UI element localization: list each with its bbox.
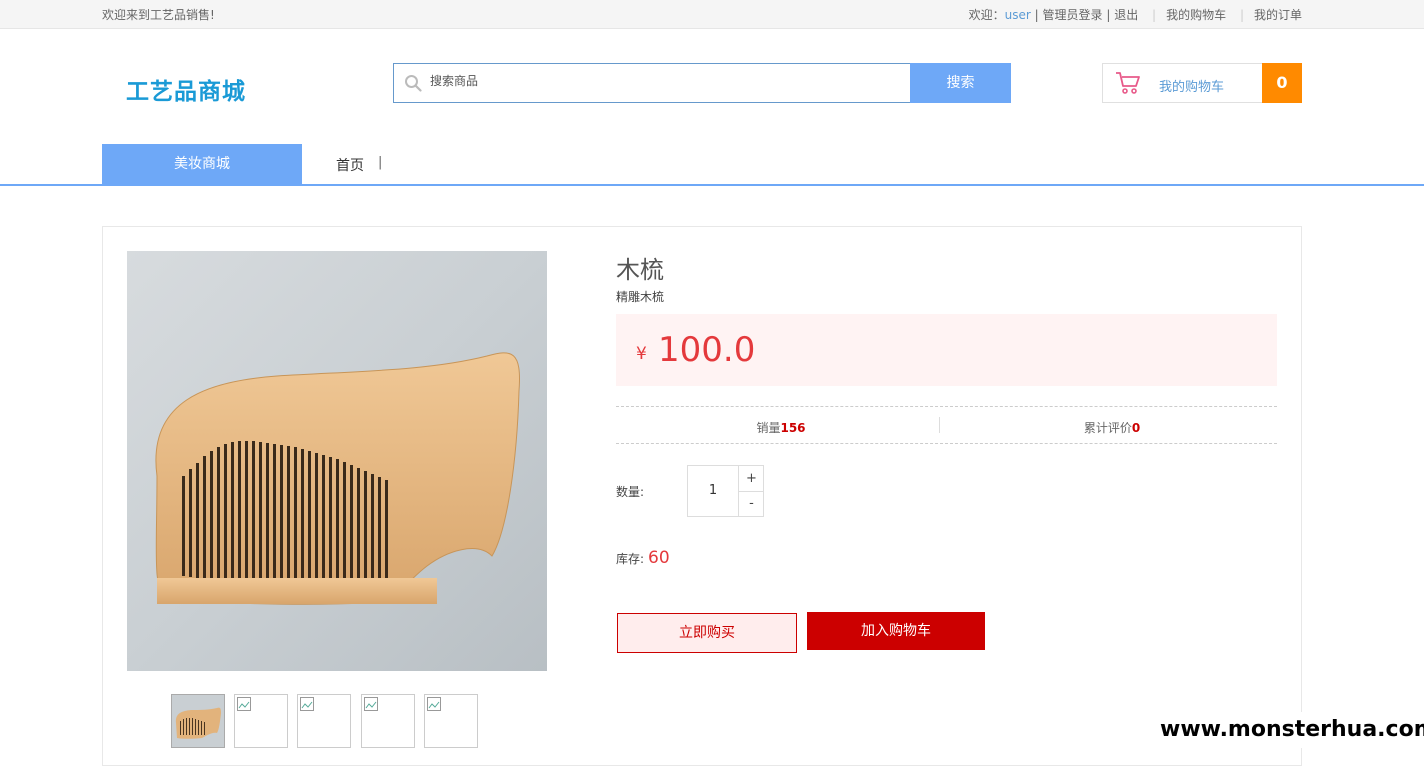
cart-label: 我的购物车 <box>1159 80 1225 95</box>
watermark-text: www.monsterhua.com <box>1160 712 1424 748</box>
quantity-decrease-button[interactable]: - <box>739 491 764 516</box>
add-to-cart-button[interactable]: 加入购物车 <box>807 612 985 650</box>
comb-thumbnail-image <box>172 695 224 747</box>
product-thumbnail[interactable] <box>234 694 288 748</box>
currency-symbol: ¥ <box>636 344 647 364</box>
top-bar: 欢迎来到工艺品销售! 欢迎：user | 管理员登录 | 退出 | 我的购物车 |… <box>0 0 1424 29</box>
my-orders-link[interactable]: 我的订单 <box>1254 8 1302 22</box>
reviews-stat: 累计评价0 <box>947 419 1277 436</box>
quantity-label: 数量: <box>616 485 645 499</box>
product-price: 100.0 <box>658 330 756 370</box>
greeting-prefix: 欢迎： <box>968 8 1005 22</box>
cart-count-badge: 0 <box>1262 63 1302 103</box>
product-main-image <box>127 251 547 671</box>
reviews-count: 0 <box>1131 421 1141 435</box>
admin-login-link[interactable]: 管理员登录 <box>1043 8 1103 22</box>
stats-divider <box>939 417 940 433</box>
search-bar: 搜索 <box>393 63 1011 103</box>
shopping-cart-icon <box>1116 72 1140 94</box>
search-button[interactable]: 搜索 <box>910 63 1011 103</box>
main-nav: 美妆商城 首页 | <box>0 144 1424 186</box>
sales-label: 销量 <box>756 421 781 435</box>
nav-divider: | <box>378 155 383 170</box>
stock-info: 库存: 60 <box>616 548 670 568</box>
broken-image-icon <box>237 697 251 711</box>
stock-count: 60 <box>648 548 670 568</box>
header-cart[interactable]: 我的购物车 0 <box>1102 63 1302 103</box>
quantity-stepper: 1 + - <box>687 465 764 517</box>
product-thumbnail[interactable] <box>361 694 415 748</box>
site-logo[interactable]: 工艺品商城 <box>126 72 246 106</box>
price-box: ¥ 100.0 <box>616 314 1277 386</box>
product-thumbnail[interactable] <box>171 694 225 748</box>
top-bar-links: 欢迎：user | 管理员登录 | 退出 | 我的购物车 | 我的订单 <box>968 8 1302 22</box>
stock-label: 库存: <box>616 552 645 566</box>
search-icon <box>405 75 422 92</box>
nav-category[interactable]: 美妆商城 <box>102 144 302 184</box>
sales-stat: 销量156 <box>616 419 946 436</box>
product-title: 木梳 <box>616 256 664 284</box>
search-box <box>393 63 911 103</box>
product-thumbnail[interactable] <box>297 694 351 748</box>
broken-image-icon <box>364 697 378 711</box>
product-subtitle: 精雕木梳 <box>616 290 665 304</box>
logout-link[interactable]: 退出 <box>1114 8 1138 22</box>
buy-now-button[interactable]: 立即购买 <box>617 613 797 653</box>
quantity-increase-button[interactable]: + <box>739 466 764 492</box>
product-thumbnail[interactable] <box>424 694 478 748</box>
nav-home[interactable]: 首页 <box>336 155 364 175</box>
search-input[interactable] <box>428 73 892 89</box>
broken-image-icon <box>427 697 441 711</box>
my-cart-link[interactable]: 我的购物车 <box>1166 8 1226 22</box>
product-stats: 销量156 累计评价0 <box>616 406 1277 444</box>
username-link[interactable]: user <box>1005 8 1031 22</box>
reviews-label: 累计评价 <box>1083 421 1132 435</box>
sales-count: 156 <box>780 421 806 435</box>
quantity-input[interactable]: 1 <box>688 466 739 516</box>
broken-image-icon <box>300 697 314 711</box>
welcome-text: 欢迎来到工艺品销售! <box>102 8 215 22</box>
